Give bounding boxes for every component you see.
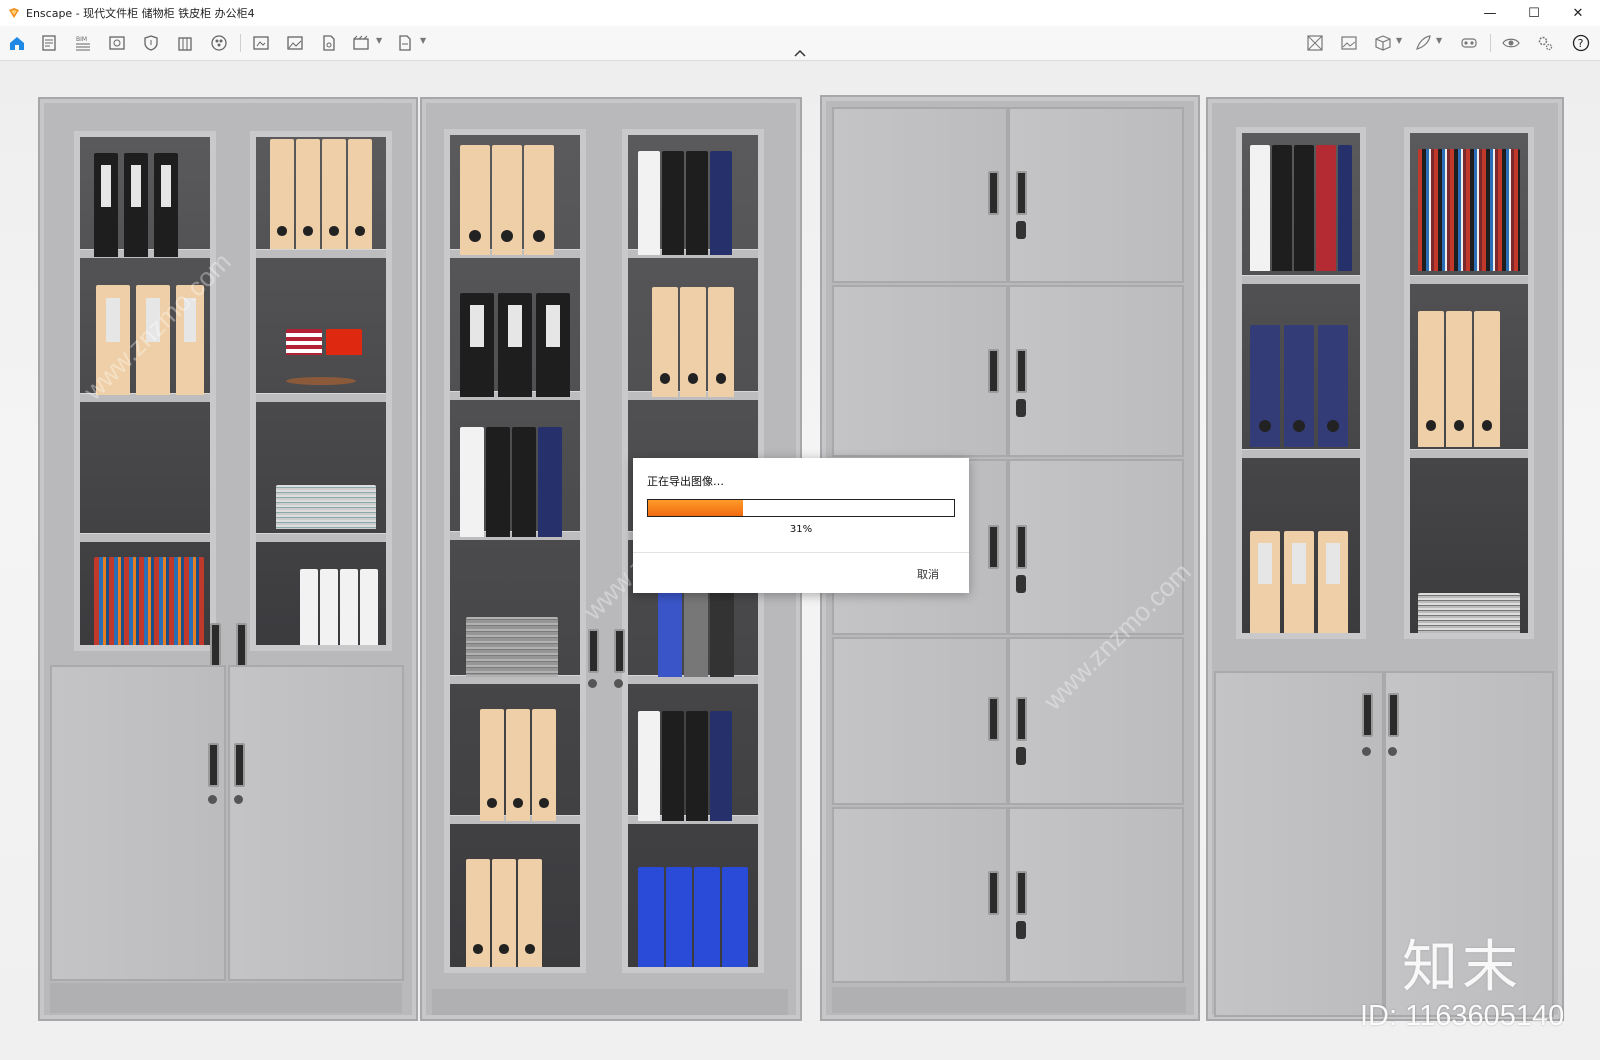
export-progress-bar: [647, 499, 955, 517]
svg-text:BIM: BIM: [76, 36, 87, 43]
shield-icon[interactable]: [140, 32, 162, 54]
close-button[interactable]: ✕: [1556, 0, 1600, 26]
materials-icon[interactable]: [208, 32, 230, 54]
vr-headset-icon[interactable]: [1458, 32, 1480, 54]
svg-text:?: ?: [1578, 37, 1584, 50]
export-icon[interactable]: [394, 32, 416, 54]
building-icon[interactable]: [174, 32, 196, 54]
gallery-icon[interactable]: [1338, 32, 1360, 54]
watermark-id: ID: 1163605140: [1360, 1000, 1565, 1032]
export-progress-dialog: 正在导出图像… 31% 取消: [633, 458, 969, 593]
view-icon[interactable]: [106, 32, 128, 54]
cube-dropdown-icon[interactable]: ▼: [1396, 36, 1402, 45]
progress-percent: 31%: [789, 524, 813, 535]
export-dropdown-icon[interactable]: ▼: [420, 36, 426, 45]
cabinet-4: [1206, 97, 1564, 1021]
feather-dropdown-icon[interactable]: ▼: [1436, 36, 1442, 45]
video-icon[interactable]: [350, 32, 372, 54]
progress-fill: [648, 500, 743, 516]
image-icon[interactable]: [284, 32, 306, 54]
watermark-brand: 知末: [1402, 935, 1522, 1000]
window-title: Enscape - 现代文件柜 储物柜 铁皮柜 办公柜4: [26, 7, 255, 20]
bim-icon[interactable]: BIM: [72, 32, 94, 54]
help-icon[interactable]: ?: [1570, 32, 1592, 54]
document-icon[interactable]: [38, 32, 60, 54]
cube-icon[interactable]: [1372, 32, 1394, 54]
settings-icon[interactable]: [1534, 32, 1556, 54]
cabinet-1: [38, 97, 418, 1021]
video-dropdown-icon[interactable]: ▼: [376, 36, 382, 45]
screenshot-icon[interactable]: [250, 32, 272, 54]
file-export-icon[interactable]: [318, 32, 340, 54]
export-status-text: 正在导出图像…: [647, 475, 724, 488]
title-bar: Enscape - 现代文件柜 储物柜 铁皮柜 办公柜4 — ☐ ✕: [0, 0, 1600, 27]
minimize-button[interactable]: —: [1468, 0, 1512, 26]
flags-decoration: [286, 377, 356, 385]
collapse-toolbar-icon[interactable]: [792, 48, 808, 58]
feather-icon[interactable]: [1412, 32, 1434, 54]
map-icon[interactable]: [1304, 32, 1326, 54]
cancel-button[interactable]: 取消: [917, 566, 939, 582]
home-icon[interactable]: [6, 32, 28, 54]
eye-icon[interactable]: [1500, 32, 1522, 54]
maximize-button[interactable]: ☐: [1512, 0, 1556, 26]
enscape-logo-icon: [9, 8, 19, 18]
